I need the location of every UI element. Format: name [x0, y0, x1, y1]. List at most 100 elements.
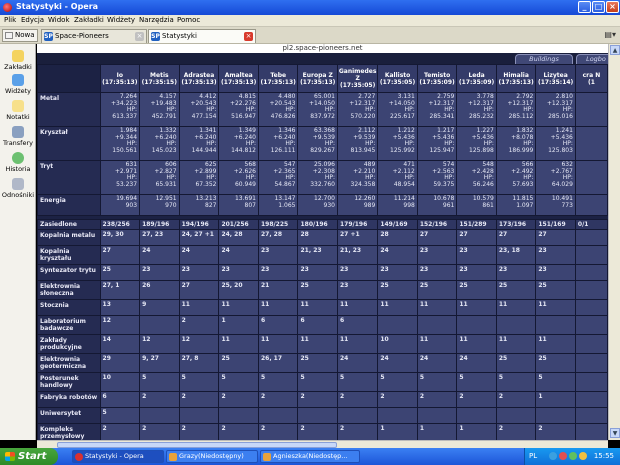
menu-bar: Plik Edycja Widok Zakładki Widżety Narzę…: [0, 15, 620, 27]
planet-column-header[interactable]: cra N (1: [574, 64, 608, 93]
building-level: 27: [535, 229, 576, 246]
building-label: Uniwersytet: [37, 407, 101, 424]
building-level: [574, 407, 608, 424]
resource-value: 125.803: [548, 146, 573, 154]
tab-space-pioneers[interactable]: SP Space-Pioneers ×: [41, 29, 147, 43]
taskbar-item-opera[interactable]: Statystyki - Opera: [72, 450, 164, 463]
resource-cell: 2.792 +12.317 HP: 285.112: [495, 92, 537, 127]
language-indicator[interactable]: PL: [529, 452, 537, 460]
building-level: 11: [218, 299, 259, 316]
tray-network-icon[interactable]: [549, 452, 557, 460]
planet-column-header[interactable]: Amaltea (17:35:13): [218, 64, 259, 93]
building-level: 23: [218, 264, 259, 281]
tab-menu-icon[interactable]: ▤▾: [604, 30, 616, 39]
building-level: 5: [377, 372, 418, 392]
panel-links[interactable]: Odnośniki: [0, 178, 36, 199]
resource-cell: 2.727 +12.317 HP: 570.220: [336, 92, 379, 127]
planet-time: (17:35:13): [300, 78, 336, 86]
close-tab-icon[interactable]: ×: [135, 32, 144, 41]
building-level: [574, 353, 608, 373]
fields-used-value: 180/196: [297, 219, 338, 230]
close-window-button[interactable]: ×: [606, 1, 619, 13]
panel-transfers[interactable]: Transfery: [0, 126, 36, 147]
planet-time: (17:35:13): [498, 78, 534, 86]
building-level: 11: [218, 334, 259, 354]
planet-name: Tebe: [270, 71, 287, 79]
planet-column-header[interactable]: Temisto (17:35:09): [416, 64, 458, 93]
building-label: Syntezator trytu: [37, 264, 101, 281]
scroll-up-icon[interactable]: ▲: [610, 45, 620, 55]
tab-statystyki[interactable]: SP Statystyki ×: [148, 29, 256, 43]
menu-edycja[interactable]: Edycja: [21, 16, 44, 24]
start-button[interactable]: Start: [0, 448, 58, 465]
resource-cell: 1.984 +9.344 HP: 150.561: [99, 126, 141, 161]
planet-column-header[interactable]: Europa Z (17:35:13): [297, 64, 338, 93]
resource-value: 516.947: [231, 112, 256, 120]
resource-value: 998: [403, 201, 415, 209]
planet-column-header[interactable]: Adrastea (17:35:13): [178, 64, 220, 93]
planet-name: Ganimedes Z: [338, 68, 377, 82]
building-label: Kopalnia kryształu: [37, 245, 101, 265]
subtab-logbook[interactable]: Logbo: [576, 54, 608, 64]
planet-column-header[interactable]: Io (17:35:13): [99, 64, 141, 93]
minimize-button[interactable]: _: [578, 1, 591, 13]
building-level: 23: [416, 264, 458, 281]
menu-widzety[interactable]: Widżety: [107, 16, 135, 24]
panel-notes[interactable]: Notatki: [0, 100, 36, 121]
planet-column-header[interactable]: Kallisto (17:35:05): [377, 64, 418, 93]
planet-column-header[interactable]: Tebe (17:35:13): [257, 64, 299, 93]
tray-volume-icon[interactable]: [579, 452, 587, 460]
windows-logo-icon: [5, 452, 15, 461]
building-level: 11: [257, 299, 299, 316]
close-tab-icon[interactable]: ×: [244, 32, 253, 41]
planet-column-header[interactable]: Leda (17:35:09): [456, 64, 497, 93]
building-level: [574, 391, 608, 408]
scroll-down-icon[interactable]: ▼: [610, 428, 620, 438]
building-row: Elektrownia geotermiczna 29 9, 27 27, 8 25 26…: [37, 353, 608, 373]
new-tab-button[interactable]: Nowa: [2, 29, 38, 42]
planet-time: (17:35:15): [141, 78, 177, 86]
building-level: 25, 20: [218, 280, 259, 300]
panel-bookmarks[interactable]: Zakładki: [0, 50, 36, 71]
building-row: Kompleks przemysłowy 2 2 2 2 2 2 2 1 1 1 2 2: [37, 423, 608, 440]
taskbar-item-chat-2[interactable]: Agnieszka(Niedostęp...: [260, 450, 360, 463]
fields-used-value: 179/196: [336, 219, 379, 230]
building-level: 27: [99, 245, 141, 265]
building-level: 23: [178, 264, 220, 281]
resource-cell: 1.832 +8.078 HP: 186.999: [495, 126, 537, 161]
panel-widgets[interactable]: Widżety: [0, 74, 36, 95]
planet-time: (17:35:13): [181, 78, 217, 86]
planet-name: Lizytea: [543, 71, 568, 79]
resource-value: 285.232: [469, 112, 494, 120]
menu-plik[interactable]: Plik: [4, 16, 16, 24]
menu-narzedzia[interactable]: Narzędzia: [139, 16, 174, 24]
planet-column-header[interactable]: Ganimedes Z (17:35:05): [336, 64, 379, 93]
building-level: 25: [297, 280, 338, 300]
resource-cell: 1.346 +6.240 HP: 126.111: [257, 126, 299, 161]
maximize-button[interactable]: □: [592, 1, 605, 13]
building-level: 6: [297, 315, 338, 335]
building-level: 27: [456, 229, 497, 246]
building-level: 26: [139, 280, 180, 300]
tray-security-icon[interactable]: [559, 452, 567, 460]
resource-value: 225.617: [390, 112, 415, 120]
panel-history[interactable]: Historia: [0, 152, 36, 173]
planet-column-header[interactable]: Metis (17:35:15): [139, 64, 180, 93]
building-label: Elektrownia słoneczna: [37, 280, 101, 300]
taskbar-item-chat-1[interactable]: Grazy(Niedostępny): [166, 450, 258, 463]
links-icon: [12, 178, 24, 190]
menu-pomoc[interactable]: Pomoc: [177, 16, 200, 24]
vertical-scrollbar[interactable]: ▲ ▼: [608, 44, 620, 440]
tray-messenger-icon[interactable]: [569, 452, 577, 460]
planet-column-header[interactable]: Lizytea (17:35:14): [535, 64, 576, 93]
horizontal-scrollbar[interactable]: [37, 440, 608, 448]
resource-value: 930: [323, 201, 335, 209]
building-level: 2: [99, 423, 141, 440]
menu-widok[interactable]: Widok: [48, 16, 70, 24]
resource-value: 837.972: [310, 112, 335, 120]
menu-zakladki[interactable]: Zakładki: [74, 16, 104, 24]
building-level: 2: [495, 423, 537, 440]
subtab-buildings[interactable]: Buildings: [515, 54, 573, 64]
planet-column-header[interactable]: Himalia (17:35:13): [495, 64, 537, 93]
building-level: [178, 407, 220, 424]
